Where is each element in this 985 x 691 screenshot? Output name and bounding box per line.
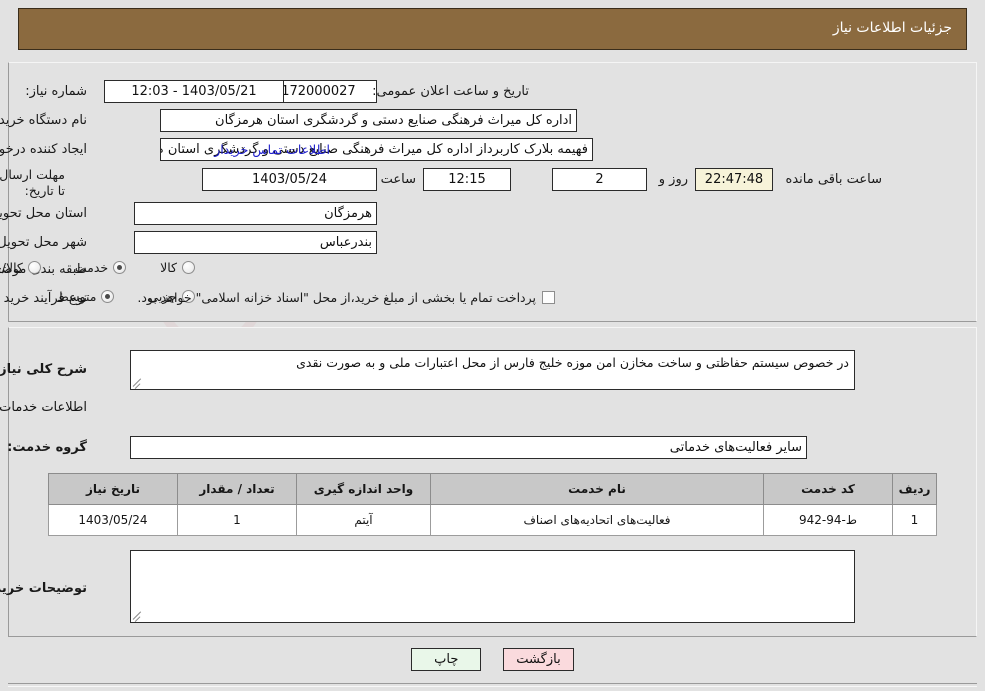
page-header: جزئیات اطلاعات نیاز [18, 8, 967, 50]
column-header-date: تاریخ نیاز [48, 473, 178, 505]
remaining-days-value: 2 [552, 168, 647, 191]
deadline-hour-label: ساعت [380, 172, 416, 187]
province-value: هرمزگان [134, 202, 377, 225]
services-section-title: اطلاعات خدمات مورد نیاز [0, 400, 87, 415]
treasury-checkbox-row[interactable]: پرداخت تمام یا بخشی از مبلغ خرید،از محل … [137, 290, 555, 305]
cell-quantity: 1 [177, 504, 297, 536]
buyer-notes-textarea[interactable] [130, 550, 855, 623]
print-button[interactable]: چاپ [411, 648, 482, 671]
category-option-label: کالا [160, 260, 177, 275]
requester-label: ایجاد کننده درخواست: [0, 142, 87, 157]
column-header-code: کد خدمت [763, 473, 893, 505]
column-header-name: نام خدمت [430, 473, 764, 505]
description-text: در خصوص سیستم حفاظتی و ساخت مخازن امن مو… [296, 355, 849, 370]
table-row: 1 ط-94-942 فعالیت‌های اتحادیه‌های اصناف آیت… [48, 504, 937, 536]
buyer-org-label: نام دستگاه خریدار: [0, 113, 87, 128]
announce-datetime-label: تاریخ و ساعت اعلان عمومی: [372, 84, 529, 99]
radio-unselected-icon[interactable] [27, 261, 41, 274]
category-option-2[interactable]: کالا/خدمت [0, 260, 41, 275]
deadline-label: مهلت ارسال پاسخ: تا تاریخ: [0, 167, 65, 198]
remaining-countdown: 22:47:48 [695, 168, 773, 191]
cell-date: 1403/05/24 [48, 504, 178, 536]
city-value: بندرعباس [134, 231, 377, 254]
back-button[interactable]: بازگشت [503, 648, 574, 671]
resize-grip-icon [132, 609, 145, 622]
column-header-quantity: تعداد / مقدار [177, 473, 297, 505]
city-label: شهر محل تحویل: [0, 235, 87, 250]
service-group-value: سایر فعالیت‌های خدماتی [130, 436, 807, 459]
radio-unselected-icon[interactable] [182, 261, 195, 274]
announce-datetime-value: 1403/05/21 - 12:03 [104, 80, 284, 103]
cell-name: فعالیت‌های اتحادیه‌های اصناف [430, 504, 764, 536]
service-group-label: گروه خدمت: [7, 440, 87, 455]
deadline-date-value: 1403/05/24 [202, 168, 377, 191]
remaining-suffix-label: ساعت باقی مانده [785, 172, 882, 187]
category-option-0[interactable]: کالا [160, 260, 195, 275]
need-number-label: شماره نیاز: [25, 84, 87, 99]
services-table: ردیف کد خدمت نام خدمت واحد اندازه گیری ت… [48, 473, 937, 536]
category-option-label: کالا/خدمت [0, 260, 23, 275]
process-option-label: متوسط [57, 289, 97, 304]
category-option-label: خدمت [74, 260, 109, 275]
description-label: شرح کلی نیاز: [0, 362, 87, 377]
action-buttons: بازگشت چاپ [0, 648, 985, 671]
buyer-org-value: اداره کل میراث فرهنگی صنایع دستی و گردشگ… [160, 109, 577, 132]
remaining-days-label: روز و [658, 172, 688, 187]
resize-grip-icon [132, 376, 145, 389]
bottom-divider [8, 683, 977, 687]
cell-index: 1 [892, 504, 937, 536]
column-header-unit: واحد اندازه گیری [296, 473, 431, 505]
radio-selected-icon[interactable] [101, 290, 115, 303]
cell-code: ط-94-942 [763, 504, 893, 536]
table-header-row: ردیف کد خدمت نام خدمت واحد اندازه گیری ت… [48, 473, 937, 505]
page-root: V AnaTender.net جزئیات اطلاعات نیاز شمار… [0, 0, 985, 691]
province-label: استان محل تحویل: [0, 206, 87, 221]
category-option-1[interactable]: خدمت [74, 260, 127, 275]
buyer-contact-link[interactable]: اطلاعات تماس خریدار [214, 142, 330, 157]
buyer-notes-label: توضیحات خریدار: [0, 581, 87, 596]
deadline-time-value: 12:15 [423, 168, 511, 191]
process-option-1[interactable]: متوسط [57, 289, 115, 304]
page-title: جزئیات اطلاعات نیاز [832, 20, 952, 36]
description-textarea[interactable]: در خصوص سیستم حفاظتی و ساخت مخازن امن مو… [130, 350, 855, 390]
column-header-index: ردیف [892, 473, 937, 505]
treasury-checkbox[interactable] [542, 291, 555, 304]
category-radio-group[interactable]: کالا خدمت کالا/خدمت [0, 260, 195, 275]
radio-selected-icon[interactable] [113, 261, 127, 274]
cell-unit: آیتم [296, 504, 431, 536]
treasury-checkbox-label: پرداخت تمام یا بخشی از مبلغ خرید،از محل … [137, 290, 536, 305]
